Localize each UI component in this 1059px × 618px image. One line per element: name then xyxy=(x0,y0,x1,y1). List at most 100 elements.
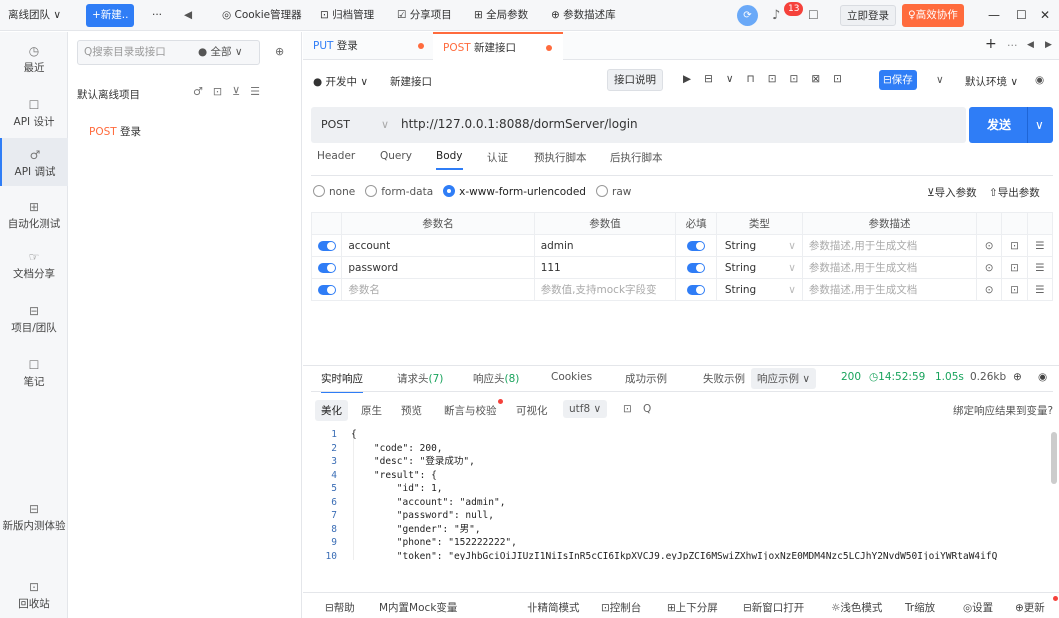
view-assert[interactable]: 断言与校验 xyxy=(444,403,497,418)
radio-none[interactable]: none xyxy=(313,185,355,198)
env-select[interactable]: 默认环境 ∨ xyxy=(965,74,1018,89)
nav-beta[interactable]: ⊟ 新版内测体验 xyxy=(0,502,68,533)
tab-body[interactable]: Body xyxy=(436,150,463,170)
copy-icon[interactable]: ⊡ xyxy=(623,403,632,415)
send-button[interactable]: 发送 ∨ xyxy=(969,107,1053,143)
param-desc-input[interactable]: 参数描述,用于生成文档 xyxy=(801,256,978,279)
request-name-input[interactable]: 新建接口 xyxy=(390,74,432,89)
tree-item-login[interactable]: POST 登录 xyxy=(89,124,141,139)
update-button[interactable]: ⊕更新 xyxy=(1015,600,1045,615)
enable-toggle[interactable] xyxy=(317,262,336,273)
close-icon[interactable]: ✕ xyxy=(1040,0,1050,31)
code-scrollbar[interactable] xyxy=(1051,432,1057,484)
tab-more-icon[interactable]: ··· xyxy=(1007,39,1018,52)
tab-live-response[interactable]: 实时响应 xyxy=(321,371,363,393)
tab-request-headers[interactable]: 请求头(7) xyxy=(397,371,443,386)
param-desc-input[interactable]: 参数描述,用于生成文档 xyxy=(801,234,978,257)
add-tab-icon[interactable]: + xyxy=(985,36,997,52)
eye-icon[interactable]: ◉ xyxy=(1035,74,1044,86)
env-status-select[interactable]: ● 开发中 ∨ xyxy=(313,74,368,89)
tab-pre-script[interactable]: 预执行脚本 xyxy=(534,150,587,165)
back-icon[interactable]: ◀ xyxy=(184,0,192,31)
view-pretty[interactable]: 美化 xyxy=(315,400,348,421)
new-window-button[interactable]: ⊟新窗口打开 xyxy=(743,600,804,615)
tab-post-new[interactable]: POST 新建接口 xyxy=(433,32,563,60)
mock-icon[interactable]: ⊙ xyxy=(976,234,1003,257)
required-toggle[interactable] xyxy=(687,284,706,295)
type-select[interactable]: String ∨ xyxy=(715,278,803,301)
nav-recent[interactable]: ◷ 最近 xyxy=(0,44,68,75)
mock-icon[interactable]: ⊙ xyxy=(976,278,1003,301)
drag-handle-icon[interactable]: ☰ xyxy=(1026,234,1054,257)
split-view-button[interactable]: ⊞上下分屏 xyxy=(667,600,718,615)
filter-select[interactable]: ● 全部 ∨ xyxy=(198,41,243,64)
message-icon[interactable]: ☐ xyxy=(808,0,819,31)
send-dropdown-icon[interactable]: ∨ xyxy=(1035,107,1044,143)
compact-mode-button[interactable]: 卝精简模式 xyxy=(527,600,580,615)
param-value-input[interactable]: admin xyxy=(533,234,677,257)
param-desc-input[interactable]: 参数描述,用于生成文档 xyxy=(801,278,978,301)
new-button[interactable]: +新建.. xyxy=(86,4,135,27)
nav-api-debug[interactable]: ♂ API 调试 xyxy=(0,138,68,186)
enable-toggle[interactable] xyxy=(317,284,336,295)
tab-response-headers[interactable]: 响应头(8) xyxy=(473,371,519,386)
zoom-button[interactable]: Tr缩放 xyxy=(905,600,935,615)
locate-icon[interactable]: ⊕ xyxy=(275,45,284,58)
tab-prev-icon[interactable]: ◀ xyxy=(1027,40,1034,50)
archive-button[interactable]: ⊡ 归档管理 xyxy=(320,0,374,31)
project-actions-icon[interactable]: ♂⊡⊻☰ xyxy=(193,85,270,98)
radio-urlencoded[interactable]: x-www-form-urlencoded xyxy=(443,185,586,198)
export-params-button[interactable]: ⇧导出参数 xyxy=(989,185,1040,200)
param-value-input[interactable]: 111 xyxy=(533,256,677,279)
request-tools-icon[interactable]: ▶⊟∨⊓⊡⊡⊠⊡ xyxy=(683,73,855,85)
delete-icon[interactable]: ⊡ xyxy=(1001,278,1028,301)
param-name-input[interactable]: account xyxy=(341,234,535,257)
tab-header[interactable]: Header xyxy=(317,150,355,162)
nav-recycle[interactable]: ⊡ 回收站 xyxy=(0,580,68,611)
param-name-input[interactable]: password xyxy=(341,256,535,279)
share-project-button[interactable]: ☑ 分享项目 xyxy=(397,0,452,31)
import-params-button[interactable]: ⊻导入参数 xyxy=(927,185,977,200)
view-preview[interactable]: 预览 xyxy=(401,403,422,418)
type-select[interactable]: String ∨ xyxy=(715,234,803,257)
radio-form-data[interactable]: form-data xyxy=(365,185,433,198)
cookie-manager-button[interactable]: ◎ Cookie管理器 xyxy=(222,0,302,31)
required-toggle[interactable] xyxy=(687,240,706,251)
view-visual[interactable]: 可视化 xyxy=(516,403,548,418)
param-library-button[interactable]: ⊕ 参数描述库 xyxy=(551,0,616,31)
sync-icon[interactable]: ⟳ xyxy=(737,5,758,26)
nav-notes[interactable]: ☐ 笔记 xyxy=(0,358,68,389)
method-chevron-icon[interactable]: ∨ xyxy=(381,118,389,131)
type-select[interactable]: String ∨ xyxy=(715,256,803,279)
nav-auto-test[interactable]: ⊞ 自动化测试 xyxy=(0,200,68,231)
view-raw[interactable]: 原生 xyxy=(361,403,382,418)
search-input[interactable]: Q搜索目录或接口 ● 全部 ∨ xyxy=(77,40,260,65)
response-code-editor[interactable]: 1{ 2 "code": 200, 3 "desc": "登录成功", 4 "r… xyxy=(311,428,1046,560)
param-value-input[interactable]: 参数值,支持mock字段变 xyxy=(533,278,677,301)
global-params-button[interactable]: ⊞ 全局参数 xyxy=(474,0,528,31)
nav-api-design[interactable]: ☐ API 设计 xyxy=(0,98,68,129)
settings-button[interactable]: ◎设置 xyxy=(963,600,993,615)
console-button[interactable]: ⊡控制台 xyxy=(601,600,641,615)
save-button[interactable]: ⊟保存 xyxy=(879,70,917,90)
bind-variable-link[interactable]: 绑定响应结果到变量? xyxy=(953,403,1053,418)
drag-handle-icon[interactable]: ☰ xyxy=(1026,278,1054,301)
more-icon[interactable]: ··· xyxy=(152,0,162,31)
method-select[interactable]: POST xyxy=(321,118,350,131)
radio-raw[interactable]: raw xyxy=(596,185,631,198)
required-toggle[interactable] xyxy=(687,262,706,273)
search-icon[interactable]: Q xyxy=(643,403,651,415)
bell-icon[interactable]: ♪ xyxy=(772,0,780,31)
tab-query[interactable]: Query xyxy=(380,150,412,162)
tab-success-example[interactable]: 成功示例 xyxy=(625,371,667,386)
nav-doc-share[interactable]: ☞ 文档分享 xyxy=(0,250,68,281)
mock-icon[interactable]: ⊙ xyxy=(976,256,1003,279)
example-select[interactable]: 响应示例 ∨ xyxy=(751,368,817,389)
help-button[interactable]: ⊟帮助 xyxy=(325,600,355,615)
nav-project-team[interactable]: ⊟ 项目/团队 xyxy=(0,304,68,335)
param-name-input[interactable]: 参数名 xyxy=(341,278,535,301)
tab-post-script[interactable]: 后执行脚本 xyxy=(610,150,663,165)
team-selector[interactable]: 离线团队 ∨ xyxy=(8,0,61,31)
tab-fail-example[interactable]: 失败示例 xyxy=(703,371,745,386)
mock-vars-button[interactable]: M内置Mock变量 xyxy=(379,600,457,615)
